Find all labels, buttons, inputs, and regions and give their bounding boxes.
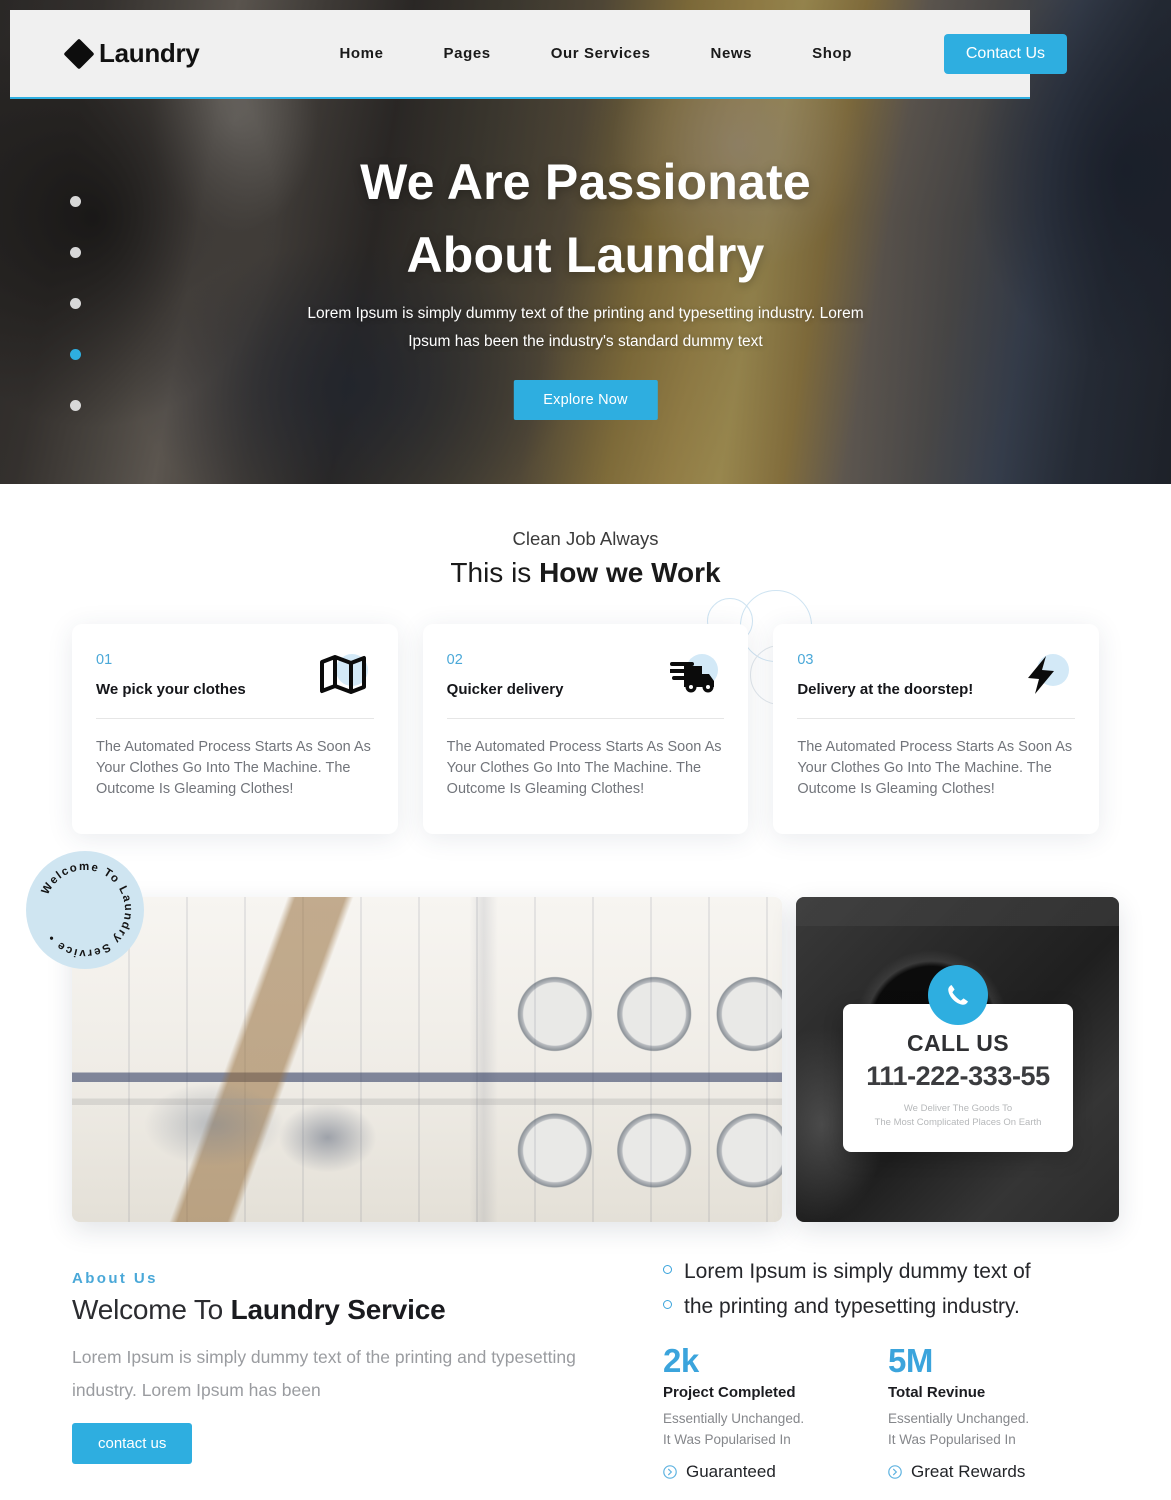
stat-label: Project Completed (663, 1384, 796, 1401)
lightning-bolt-icon (1021, 654, 1077, 702)
nav-item-news[interactable]: News (681, 45, 783, 62)
stat-block: 5M Total Revinue Essentially Unchanged. … (888, 1342, 1113, 1500)
work-title: This is How we Work (0, 557, 1171, 589)
divider (797, 718, 1076, 719)
about-body: Lorem Ipsum is simply dummy text of the … (72, 1347, 576, 1400)
stat-block: 2k Project Completed Essentially Unchang… (663, 1342, 888, 1500)
stat-description-line-1: Essentially Unchanged. (888, 1411, 1030, 1426)
stat-link-text: Guaranteed (686, 1462, 776, 1481)
work-eyebrow: Clean Job Always (512, 528, 659, 549)
about-section: About Us Welcome To Laundry Service Lore… (0, 1254, 1171, 1500)
about-eyebrow: About Us (72, 1270, 158, 1287)
diamond-icon (63, 37, 95, 70)
work-card-body: The Automated Process Starts As Soon As … (96, 739, 371, 797)
stat-description: Essentially Unchanged. It Was Popularise… (888, 1408, 1113, 1450)
stat-link[interactable]: Great Rewards (888, 1462, 1113, 1482)
brand-name: Laundry (99, 38, 200, 68)
about-bullet-list: Lorem Ipsum is simply dummy text of the … (663, 1254, 1113, 1324)
slider-dot-1[interactable] (70, 196, 81, 207)
stat-link[interactable]: Guaranteed (663, 1462, 888, 1482)
ring-bullet-icon (663, 1265, 672, 1274)
stat-number: 2k (663, 1342, 699, 1379)
about-title-regular: Welcome To (72, 1294, 231, 1325)
divider (446, 718, 725, 719)
call-us-note-line-1: We Deliver The Goods To (903, 1103, 1013, 1114)
brand-logo[interactable]: Laundry (63, 37, 200, 70)
about-highlights: Lorem Ipsum is simply dummy text of the … (663, 1254, 1113, 1500)
work-card[interactable]: 01 We pick your clothes The Automated Pr… (72, 624, 398, 834)
work-title-bold: How we Work (539, 557, 721, 588)
list-item: the printing and typesetting industry. (663, 1289, 1113, 1324)
slider-dot-5[interactable] (70, 400, 81, 411)
about-bullet-text: Lorem Ipsum is simply dummy text of (684, 1260, 1031, 1283)
nav-item-our-services[interactable]: Our Services (521, 45, 681, 62)
phone-icon (928, 965, 988, 1025)
slider-dot-4[interactable] (70, 349, 81, 360)
hero-title-line-2: About Laundry (406, 227, 765, 283)
hero-title-line-1: We Are Passionate (360, 154, 811, 210)
delivery-truck-icon (668, 654, 726, 702)
call-us-card[interactable]: CALL US 111-222-333-55 We Deliver The Go… (843, 965, 1073, 1152)
list-item: Lorem Ipsum is simply dummy text of (663, 1254, 1113, 1289)
how-we-work-section: Clean Job Always This is How we Work 01 … (0, 484, 1171, 854)
stat-label: Total Revinue (888, 1384, 986, 1401)
work-card[interactable]: 02 Quicker delivery The Automated Proces… (422, 624, 749, 834)
work-title-regular: This is (450, 557, 540, 588)
welcome-badge-text: Welcome To Laundry Service • (40, 861, 135, 959)
welcome-badge: Welcome To Laundry Service • (26, 851, 144, 969)
call-us-note-line-2: The Most Complicated Places On Earth (874, 1117, 1042, 1128)
about-title-bold: Laundry Service (230, 1294, 446, 1325)
slider-dot-3[interactable] (70, 298, 81, 309)
stat-number: 5M (888, 1342, 933, 1379)
work-card-body: The Automated Process Starts As Soon As … (446, 739, 722, 797)
stat-links: Great Rewards Faster Service (888, 1462, 1113, 1500)
svg-text:Welcome To Laundry Service •: Welcome To Laundry Service • (40, 861, 135, 959)
call-us-note: We Deliver The Goods To The Most Complic… (843, 1102, 1073, 1130)
about-contact-us-button[interactable]: contact us (72, 1423, 193, 1464)
stat-description-line-2: It Was Popularised In (888, 1432, 1016, 1447)
work-card[interactable]: 03 Delivery at the doorstep! The Automat… (773, 624, 1100, 834)
ring-bullet-icon (663, 1300, 672, 1309)
work-cards: 01 We pick your clothes The Automated Pr… (72, 624, 1100, 834)
laundromat-interior-photo (72, 897, 782, 1222)
stat-links: Guaranteed Services (663, 1462, 888, 1500)
stat-description-line-2: It Was Popularised In (663, 1432, 791, 1447)
chevron-right-circle-icon (888, 1465, 902, 1479)
hero-subtitle: Lorem Ipsum is simply dummy text of the … (307, 305, 864, 350)
stat-link-text: Great Rewards (911, 1462, 1026, 1481)
about-bullet-text: the printing and typesetting industry. (684, 1295, 1020, 1318)
nav-item-shop[interactable]: Shop (782, 45, 882, 62)
contact-us-button[interactable]: Contact Us (943, 34, 1067, 74)
explore-now-button[interactable]: Explore Now (513, 380, 658, 420)
work-card-body: The Automated Process Starts As Soon As … (797, 739, 1073, 797)
nav-item-home[interactable]: Home (309, 45, 413, 62)
slider-dot-2[interactable] (70, 247, 81, 258)
page-root: We Are Passionate About Laundry Lorem Ip… (0, 0, 1171, 1500)
site-header: Laundry Home Pages Our Services News Sho… (10, 10, 1067, 97)
hero-title: We Are Passionate About Laundry (0, 146, 1171, 292)
call-us-number[interactable]: 111-222-333-55 (843, 1061, 1073, 1092)
hero-slider-dots[interactable] (70, 196, 81, 451)
nav-item-pages[interactable]: Pages (414, 45, 521, 62)
stat-description: Essentially Unchanged. It Was Popularise… (663, 1408, 888, 1450)
about-title: Welcome To Laundry Service (72, 1294, 446, 1326)
call-us-label: CALL US (906, 1030, 1010, 1056)
stat-description-line-1: Essentially Unchanged. (663, 1411, 805, 1426)
about-stats: 2k Project Completed Essentially Unchang… (663, 1342, 1113, 1500)
main-navigation: Home Pages Our Services News Shop (309, 45, 882, 62)
divider (96, 718, 374, 719)
chevron-right-circle-icon (663, 1465, 677, 1479)
map-icon (319, 654, 376, 702)
